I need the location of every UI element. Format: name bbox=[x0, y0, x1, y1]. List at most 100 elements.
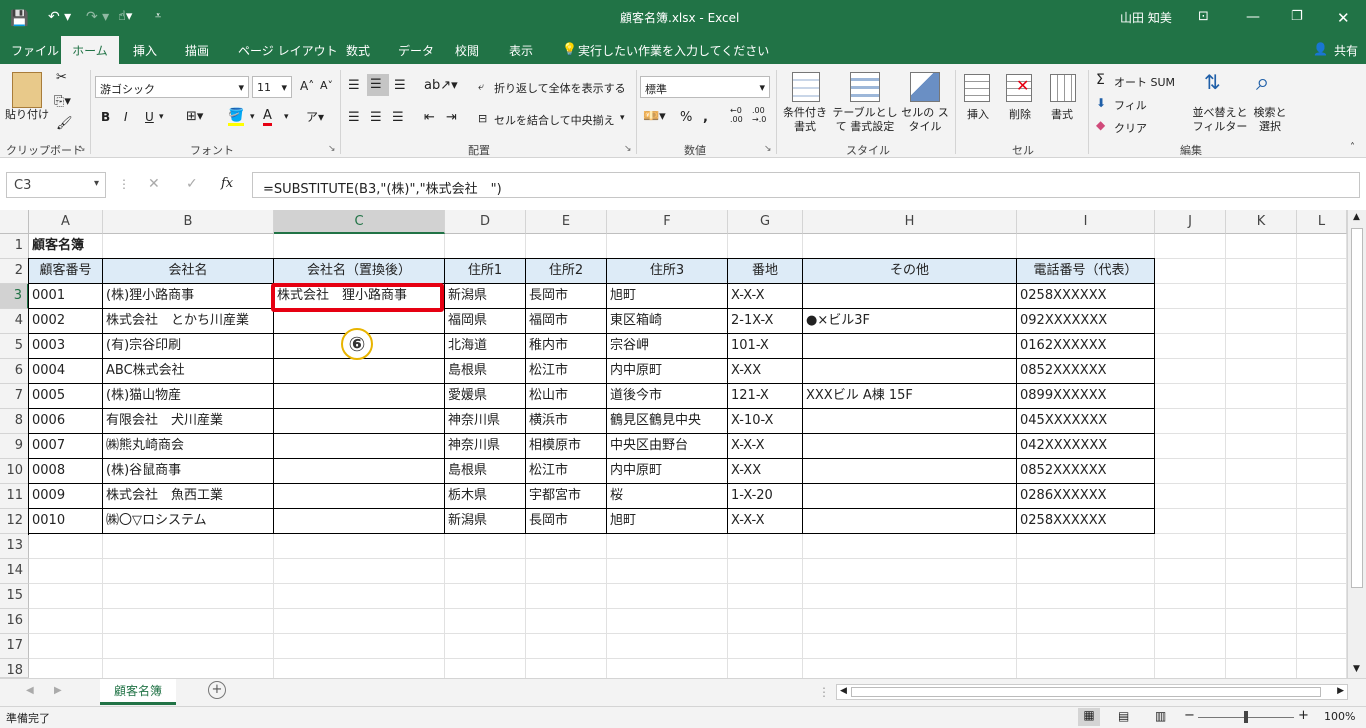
formula-input[interactable]: =SUBSTITUTE(B3,"(株)","株式会社 ") bbox=[252, 172, 1360, 198]
cell-f15[interactable] bbox=[607, 584, 728, 609]
cell-l6[interactable] bbox=[1297, 359, 1347, 384]
cell-b6[interactable]: ABC株式会社 bbox=[103, 359, 274, 384]
cell-f2[interactable]: 住所3 bbox=[607, 259, 728, 284]
cell-h1[interactable] bbox=[803, 234, 1017, 259]
cell-l3[interactable] bbox=[1297, 284, 1347, 309]
row-header[interactable]: 5 bbox=[0, 334, 29, 359]
cell-g8[interactable]: X-10-X bbox=[728, 409, 803, 434]
cell-k12[interactable] bbox=[1226, 509, 1297, 534]
align-left-icon[interactable]: ☰ bbox=[348, 110, 360, 125]
cell-h11[interactable] bbox=[803, 484, 1017, 509]
row-header[interactable]: 17 bbox=[0, 634, 29, 659]
cell-l7[interactable] bbox=[1297, 384, 1347, 409]
cell-k16[interactable] bbox=[1226, 609, 1297, 634]
phonetic-icon[interactable]: ア▾ bbox=[306, 108, 324, 125]
cell-d10[interactable]: 島根県 bbox=[445, 459, 526, 484]
cell-f6[interactable]: 内中原町 bbox=[607, 359, 728, 384]
cell-e14[interactable] bbox=[526, 559, 607, 584]
cell-c8[interactable] bbox=[274, 409, 445, 434]
cell-k6[interactable] bbox=[1226, 359, 1297, 384]
cell-i16[interactable] bbox=[1017, 609, 1155, 634]
cell-b13[interactable] bbox=[103, 534, 274, 559]
cell-i6[interactable]: 0852XXXXXX bbox=[1017, 359, 1155, 384]
cell-h13[interactable] bbox=[803, 534, 1017, 559]
column-header-d[interactable]: D bbox=[445, 210, 526, 234]
fill-color-icon[interactable]: 🪣 bbox=[228, 108, 245, 126]
delete-cells-button[interactable]: 削除 bbox=[1000, 108, 1040, 122]
cell-e12[interactable]: 長岡市 bbox=[526, 509, 607, 534]
cell-b14[interactable] bbox=[103, 559, 274, 584]
cell-l16[interactable] bbox=[1297, 609, 1347, 634]
cell-b8[interactable]: 有限会社 犬川産業 bbox=[103, 409, 274, 434]
cell-d9[interactable]: 神奈川県 bbox=[445, 434, 526, 459]
cell-k14[interactable] bbox=[1226, 559, 1297, 584]
chevron-down-icon[interactable]: ▾ bbox=[159, 112, 164, 122]
cell-f16[interactable] bbox=[607, 609, 728, 634]
cell-e9[interactable]: 相模原市 bbox=[526, 434, 607, 459]
cell-a18[interactable] bbox=[29, 659, 103, 678]
cell-g12[interactable]: X-X-X bbox=[728, 509, 803, 534]
tab-view[interactable]: 表示 bbox=[509, 42, 533, 59]
cell-a15[interactable] bbox=[29, 584, 103, 609]
sheet-tab-active[interactable]: 顧客名簿 bbox=[100, 679, 176, 705]
column-header-h[interactable]: H bbox=[803, 210, 1017, 234]
cell-g2[interactable]: 番地 bbox=[728, 259, 803, 284]
row-header[interactable]: 11 bbox=[0, 484, 29, 509]
cell-l5[interactable] bbox=[1297, 334, 1347, 359]
cell-g1[interactable] bbox=[728, 234, 803, 259]
undo-icon[interactable]: ↶ ▾ bbox=[48, 9, 71, 25]
cell-f7[interactable]: 道後今市 bbox=[607, 384, 728, 409]
increase-indent-icon[interactable]: ⇥ bbox=[446, 110, 457, 125]
cancel-icon[interactable]: ✕ bbox=[148, 176, 160, 192]
eraser-icon[interactable]: ◆ bbox=[1096, 118, 1105, 132]
row-header[interactable]: 1 bbox=[0, 234, 29, 259]
cell-h15[interactable] bbox=[803, 584, 1017, 609]
cell-h4[interactable]: ●×ビル3F bbox=[803, 309, 1017, 334]
cell-a12[interactable]: 0010 bbox=[29, 509, 103, 534]
format-painter-icon[interactable]: 🖌 bbox=[56, 116, 73, 131]
cell-j17[interactable] bbox=[1155, 634, 1226, 659]
cell-j2[interactable] bbox=[1155, 259, 1226, 284]
autosum-icon[interactable]: Σ bbox=[1096, 72, 1105, 88]
align-right-icon[interactable]: ☰ bbox=[392, 110, 404, 125]
percent-button[interactable]: % bbox=[680, 110, 692, 125]
cell-c18[interactable] bbox=[274, 659, 445, 678]
dialog-launcher-icon[interactable]: ↘ bbox=[624, 144, 632, 154]
decrease-indent-icon[interactable]: ⇤ bbox=[424, 110, 435, 125]
cell-l1[interactable] bbox=[1297, 234, 1347, 259]
page-layout-view-icon[interactable]: ▤ bbox=[1118, 709, 1129, 723]
cell-i9[interactable]: 042XXXXXXX bbox=[1017, 434, 1155, 459]
cell-g14[interactable] bbox=[728, 559, 803, 584]
cell-f11[interactable]: 桜 bbox=[607, 484, 728, 509]
cell-c6[interactable] bbox=[274, 359, 445, 384]
cell-c1[interactable] bbox=[274, 234, 445, 259]
cell-j16[interactable] bbox=[1155, 609, 1226, 634]
cell-d16[interactable] bbox=[445, 609, 526, 634]
row-header[interactable]: 8 bbox=[0, 409, 29, 434]
cell-j18[interactable] bbox=[1155, 659, 1226, 678]
row-header[interactable]: 2 bbox=[0, 259, 29, 284]
normal-view-icon[interactable]: ▦ bbox=[1078, 708, 1100, 726]
dialog-launcher-icon[interactable]: ↘ bbox=[764, 144, 772, 154]
cell-i10[interactable]: 0852XXXXXX bbox=[1017, 459, 1155, 484]
prev-sheet-icon[interactable]: ◀ bbox=[26, 685, 34, 696]
cell-a16[interactable] bbox=[29, 609, 103, 634]
cell-j8[interactable] bbox=[1155, 409, 1226, 434]
cut-icon[interactable]: ✂ bbox=[56, 70, 67, 85]
cell-j12[interactable] bbox=[1155, 509, 1226, 534]
zoom-slider-thumb[interactable] bbox=[1244, 711, 1248, 723]
cell-b10[interactable]: (株)谷鼠商事 bbox=[103, 459, 274, 484]
cell-e6[interactable]: 松江市 bbox=[526, 359, 607, 384]
cell-h14[interactable] bbox=[803, 559, 1017, 584]
cell-k4[interactable] bbox=[1226, 309, 1297, 334]
cell-f9[interactable]: 中央区由野台 bbox=[607, 434, 728, 459]
cell-l13[interactable] bbox=[1297, 534, 1347, 559]
cell-g5[interactable]: 101-X bbox=[728, 334, 803, 359]
cell-l12[interactable] bbox=[1297, 509, 1347, 534]
cell-e8[interactable]: 横浜市 bbox=[526, 409, 607, 434]
cell-c12[interactable] bbox=[274, 509, 445, 534]
row-header[interactable]: 15 bbox=[0, 584, 29, 609]
cell-h7[interactable]: XXXビル A棟 15F bbox=[803, 384, 1017, 409]
cell-i14[interactable] bbox=[1017, 559, 1155, 584]
insert-function-button[interactable]: fx bbox=[221, 176, 233, 191]
